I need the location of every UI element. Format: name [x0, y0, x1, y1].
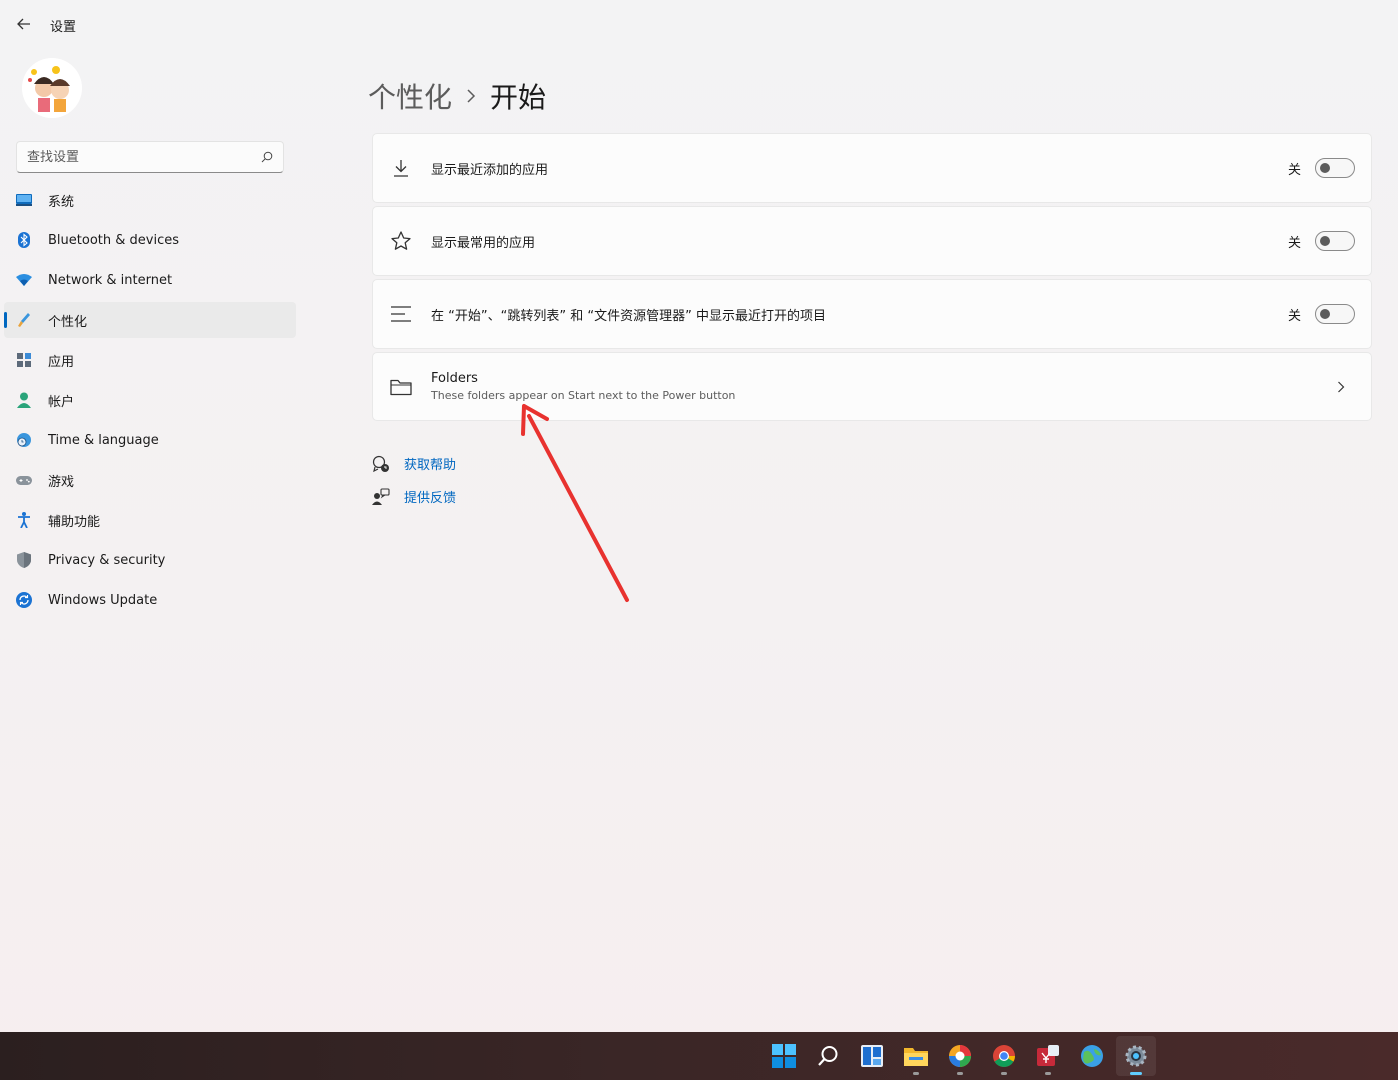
- sidebar-item-label: 辅助功能: [48, 514, 101, 530]
- give-feedback-link[interactable]: 提供反馈: [372, 487, 456, 506]
- page-title: 开始: [490, 81, 547, 114]
- setting-recent-items: 在 “开始”、“跳转列表” 和 “文件资源管理器” 中显示最近打开的项目 关: [372, 279, 1372, 349]
- widgets-button[interactable]: [852, 1036, 892, 1076]
- star-icon: [389, 229, 413, 253]
- download-icon: [389, 156, 413, 180]
- maps-icon: [1081, 1045, 1103, 1067]
- brush-icon: [16, 312, 32, 328]
- sidebar-item-label: Network & internet: [48, 272, 173, 288]
- sidebar-item-label: 帐户: [48, 394, 75, 410]
- sidebar-item-privacy[interactable]: Privacy & security: [4, 542, 296, 578]
- running-indicator: [1130, 1072, 1142, 1075]
- setting-label: 在 “开始”、“跳转列表” 和 “文件资源管理器” 中显示最近打开的项目: [431, 308, 826, 324]
- start-icon: [772, 1044, 796, 1068]
- feedback-icon: [372, 487, 390, 506]
- colorful-app-icon: [949, 1045, 971, 1067]
- search-icon[interactable]: [261, 151, 273, 163]
- folders-subtitle: These folders appear on Start next to th…: [431, 389, 736, 402]
- get-help-link[interactable]: 获取帮助: [372, 454, 456, 473]
- chrome-icon: [993, 1045, 1015, 1067]
- title-bar: 设置: [0, 0, 1398, 48]
- sidebar-item-time-language[interactable]: Time & language: [4, 422, 296, 458]
- recently-added-toggle[interactable]: [1315, 158, 1355, 178]
- sidebar-item-label: 应用: [48, 354, 75, 370]
- sidebar-item-apps[interactable]: 应用: [4, 342, 296, 378]
- folders-text: Folders These folders appear on Start ne…: [431, 371, 1333, 402]
- settings-icon: [1125, 1045, 1147, 1067]
- apps-icon: [16, 352, 32, 368]
- sidebar-item-label: 个性化: [48, 314, 88, 330]
- setting-label: 显示最常用的应用: [431, 235, 536, 251]
- account-icon: [16, 392, 32, 408]
- back-arrow-icon: [17, 18, 30, 30]
- globe-clock-icon: [16, 432, 32, 448]
- folder-icon: [389, 375, 413, 399]
- sidebar-item-accounts[interactable]: 帐户: [4, 382, 296, 418]
- widgets-icon: [861, 1045, 883, 1067]
- running-indicator: [913, 1072, 919, 1075]
- breadcrumb: 个性化 开始: [368, 76, 546, 116]
- start-button[interactable]: [764, 1036, 804, 1076]
- toggle-state-label: 关: [1287, 308, 1301, 324]
- search-icon: [818, 1046, 838, 1066]
- sidebar-item-label: 游戏: [48, 474, 75, 490]
- settings-taskbar-button[interactable]: [1116, 1036, 1156, 1076]
- chrome-button[interactable]: [984, 1036, 1024, 1076]
- sidebar-item-gaming[interactable]: 游戏: [4, 462, 296, 498]
- system-icon: [16, 192, 32, 208]
- chevron-right-icon: [466, 89, 476, 103]
- bluetooth-icon: [16, 232, 32, 248]
- file-explorer-icon: [904, 1048, 928, 1066]
- setting-recently-added: 显示最近添加的应用 关: [372, 133, 1372, 203]
- back-button[interactable]: [12, 12, 36, 36]
- sidebar-item-label: Privacy & security: [48, 552, 166, 568]
- sidebar-item-label: 系统: [48, 194, 75, 210]
- get-help-label[interactable]: 获取帮助: [404, 454, 456, 473]
- running-indicator: [1045, 1072, 1051, 1075]
- setting-folders[interactable]: Folders These folders appear on Start ne…: [372, 352, 1372, 421]
- chevron-right-icon: [1333, 379, 1349, 395]
- search-input[interactable]: [27, 149, 261, 165]
- taskbar-app-button[interactable]: [1028, 1036, 1068, 1076]
- breadcrumb-parent[interactable]: 个性化: [368, 76, 452, 116]
- sidebar-item-personalization[interactable]: 个性化: [4, 302, 296, 338]
- accessibility-icon: [16, 512, 32, 528]
- sidebar-nav: 系统 Bluetooth & devices Network & interne…: [4, 182, 296, 622]
- avatar[interactable]: [22, 58, 82, 118]
- sidebar-item-bluetooth[interactable]: Bluetooth & devices: [4, 222, 296, 258]
- list-icon: [389, 302, 413, 326]
- most-used-toggle[interactable]: [1315, 231, 1355, 251]
- help-chat-icon: [372, 455, 390, 473]
- app-icon: [1037, 1045, 1059, 1066]
- folders-title: Folders: [431, 371, 478, 386]
- shield-icon: [16, 552, 32, 568]
- taskbar: [0, 1032, 1398, 1080]
- wifi-icon: [16, 272, 32, 288]
- sidebar-item-windows-update[interactable]: Windows Update: [4, 582, 296, 618]
- sidebar-item-accessibility[interactable]: 辅助功能: [4, 502, 296, 538]
- running-indicator: [1001, 1072, 1007, 1075]
- colorful-app-button[interactable]: [940, 1036, 980, 1076]
- recent-items-toggle[interactable]: [1315, 304, 1355, 324]
- sidebar-item-system[interactable]: 系统: [4, 182, 296, 218]
- sidebar-item-label: Bluetooth & devices: [48, 232, 179, 248]
- file-explorer-button[interactable]: [896, 1036, 936, 1076]
- toggle-state-label: 关: [1287, 162, 1301, 178]
- gamepad-icon: [16, 472, 32, 488]
- update-icon: [16, 592, 32, 608]
- sidebar-item-label: Time & language: [48, 432, 159, 448]
- app-title: 设置: [50, 20, 77, 35]
- taskbar-search-button[interactable]: [808, 1036, 848, 1076]
- sidebar-item-label: Windows Update: [48, 592, 158, 608]
- maps-button[interactable]: [1072, 1036, 1112, 1076]
- setting-label: 显示最近添加的应用: [431, 162, 549, 178]
- setting-most-used: 显示最常用的应用 关: [372, 206, 1372, 276]
- avatar-image: [22, 58, 82, 118]
- search-box[interactable]: [16, 141, 284, 173]
- sidebar-item-network[interactable]: Network & internet: [4, 262, 296, 298]
- running-indicator: [957, 1072, 963, 1075]
- give-feedback-label[interactable]: 提供反馈: [404, 487, 456, 506]
- toggle-state-label: 关: [1287, 235, 1301, 251]
